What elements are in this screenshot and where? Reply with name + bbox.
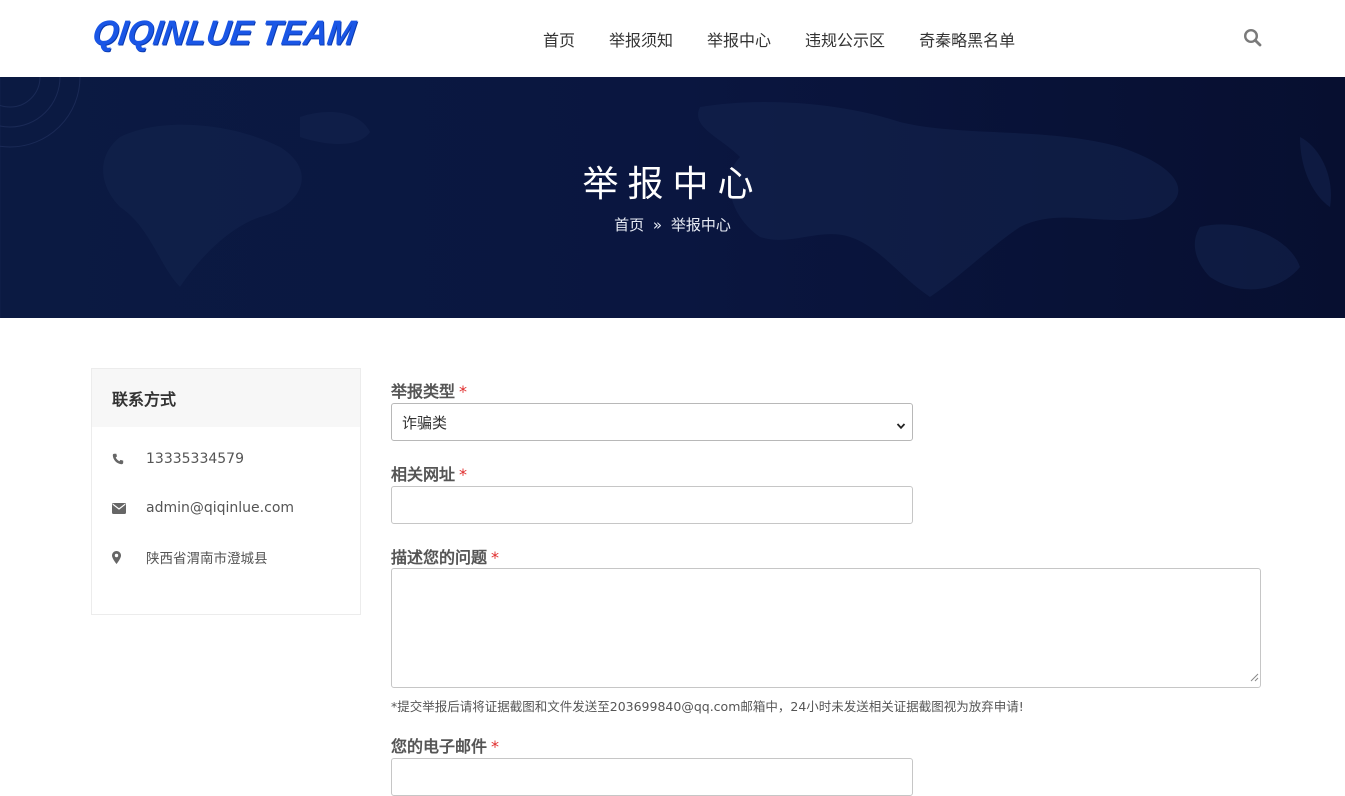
required-mark: * [459, 465, 468, 484]
contact-phone: 13335334579 [146, 451, 244, 467]
breadcrumb-separator: » [652, 216, 663, 234]
chevron-down-icon [896, 417, 906, 435]
contact-email-row: admin@qiqinlue.com [112, 497, 294, 519]
phone-icon [112, 453, 146, 465]
breadcrumb: 首页 » 举报中心 [0, 214, 1345, 235]
nav-item-report-center[interactable]: 举报中心 [690, 27, 788, 51]
report-type-select[interactable]: 诈骗类 [391, 403, 913, 441]
nav-item-home[interactable]: 首页 [526, 27, 592, 51]
nav-item-report-guide[interactable]: 举报须知 [592, 27, 690, 51]
description-label: 描述您的问题 * [391, 544, 499, 568]
contact-phone-row: 13335334579 [112, 448, 244, 470]
related-url-label-text: 相关网址 [391, 465, 456, 484]
site-header: QIQINLUE TEAM 首页 举报须知 举报中心 违规公示区 奇秦略黑名单 [0, 0, 1345, 77]
contact-sidebar: 联系方式 13335334579 admin@qiqinlue.com 陕西省渭… [91, 368, 361, 615]
required-mark: * [491, 548, 500, 567]
related-url-label: 相关网址 * [391, 461, 467, 485]
submission-hint: *提交举报后请将证据截图和文件发送至203699840@qq.com邮箱中，24… [391, 699, 1024, 714]
contact-address-row: 陕西省渭南市澄城县 [112, 546, 268, 568]
report-type-value: 诈骗类 [402, 413, 448, 432]
contact-address: 陕西省渭南市澄城县 [146, 551, 268, 567]
breadcrumb-current: 举报中心 [670, 216, 731, 234]
related-url-input[interactable] [391, 486, 913, 524]
nav-item-blacklist[interactable]: 奇秦略黑名单 [902, 27, 1032, 51]
envelope-icon [112, 502, 146, 514]
email-input[interactable] [391, 758, 913, 796]
required-mark: * [459, 382, 468, 401]
description-textarea[interactable] [391, 568, 1261, 688]
breadcrumb-home[interactable]: 首页 [614, 216, 644, 234]
report-type-label: 举报类型 * [391, 378, 467, 402]
sidebar-title: 联系方式 [92, 369, 360, 427]
map-marker-icon [112, 550, 146, 564]
main-nav: 首页 举报须知 举报中心 违规公示区 奇秦略黑名单 [526, 0, 1032, 77]
email-label-text: 您的电子邮件 [391, 737, 488, 756]
description-label-text: 描述您的问题 [391, 548, 488, 567]
contact-email[interactable]: admin@qiqinlue.com [146, 500, 294, 516]
email-label: 您的电子邮件 * [391, 733, 499, 757]
required-mark: * [491, 737, 500, 756]
search-icon[interactable] [1243, 28, 1263, 48]
nav-item-violation-notice[interactable]: 违规公示区 [788, 27, 902, 51]
site-logo[interactable]: QIQINLUE TEAM [90, 13, 358, 53]
report-type-label-text: 举报类型 [391, 382, 456, 401]
page-banner: 举报中心 首页 » 举报中心 [0, 77, 1345, 318]
page-title: 举报中心 [582, 164, 763, 205]
resize-grip-icon[interactable] [1250, 667, 1259, 686]
